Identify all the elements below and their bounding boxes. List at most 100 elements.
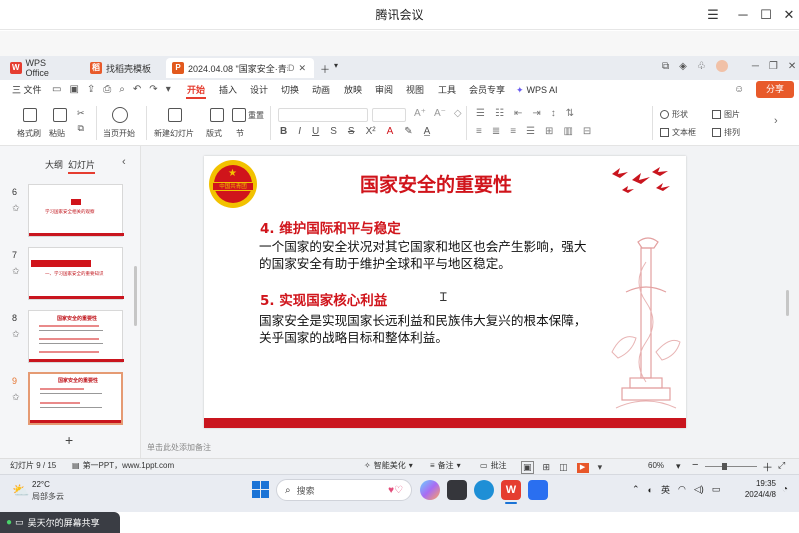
play-slideshow-icon[interactable]: ▶	[576, 462, 589, 473]
volume-icon[interactable]: ◁)	[694, 484, 704, 495]
maximize-icon[interactable]: ☐	[755, 4, 777, 26]
align-center-icon[interactable]: ≣	[492, 126, 500, 137]
user-avatar[interactable]	[715, 60, 728, 72]
picture-button[interactable]: 图片	[712, 109, 740, 120]
menu-insert[interactable]: 插入	[219, 80, 237, 100]
chevron-down-icon[interactable]: ▾	[598, 462, 603, 473]
tab-close-icon[interactable]: ✕	[299, 63, 307, 74]
screen-share-banner[interactable]: ● ▭ 吴天尔的屏幕共享	[0, 512, 120, 533]
play-icon[interactable]	[112, 107, 128, 123]
columns-icon[interactable]: ▥	[563, 126, 572, 137]
star-icon[interactable]: ✩	[12, 329, 20, 340]
print-icon[interactable]: ⎙	[103, 84, 111, 95]
section-4-line-2[interactable]: 的国家安全有助于维护全球和平与地区稳定。	[259, 253, 511, 272]
outdent-icon[interactable]: ⇤	[514, 108, 522, 119]
layout-icon[interactable]	[210, 108, 224, 122]
zoom-dropdown-icon[interactable]: ▾	[676, 461, 681, 472]
reset-label[interactable]: 重置	[248, 110, 264, 121]
slide-sorter-icon[interactable]: ⊞	[543, 462, 551, 473]
minimize-icon[interactable]: ─	[732, 4, 754, 26]
decrease-font-icon[interactable]: A⁻	[434, 108, 446, 119]
customize-icon[interactable]: ▾	[166, 84, 171, 95]
clear-format-icon[interactable]: ◇	[454, 108, 462, 119]
share-button[interactable]: 分享	[756, 81, 794, 98]
add-slide-button[interactable]: +	[65, 432, 73, 448]
increase-font-icon[interactable]: A⁺	[414, 108, 426, 119]
save-icon[interactable]: ▣	[69, 84, 78, 95]
slide-thumbnail-6[interactable]: 学习国家安全相关的观察	[28, 184, 124, 237]
wps-minimize-icon[interactable]: ─	[752, 61, 759, 72]
weather-icon[interactable]: ⛅	[12, 482, 29, 499]
section-heading-5[interactable]: 5. 实现国家核心利益	[260, 289, 387, 309]
menu-review[interactable]: 审阅	[375, 80, 393, 100]
align-text-icon[interactable]: ⊟	[583, 126, 591, 137]
copilot-icon[interactable]	[420, 480, 440, 500]
tray-app-icon[interactable]: ◐	[648, 485, 653, 495]
collapse-panel-icon[interactable]: ‹	[122, 156, 126, 168]
star-icon[interactable]: ✩	[12, 266, 20, 277]
cube-icon[interactable]: ◈	[679, 61, 687, 72]
paste-icon[interactable]	[53, 108, 67, 122]
menu-wps-ai[interactable]: ✦ WPS AI	[516, 80, 558, 100]
italic-icon[interactable]: I	[298, 126, 301, 137]
align-right-icon[interactable]: ≡	[510, 126, 516, 137]
arrange-button[interactable]: 排列	[712, 127, 740, 138]
tray-chevron-up-icon[interactable]: ⌃	[632, 484, 640, 495]
bold-icon[interactable]: B	[280, 126, 287, 137]
strikethrough-icon[interactable]: S	[348, 126, 355, 137]
zoom-in-icon[interactable]: ＋	[762, 459, 773, 475]
justify-icon[interactable]: ☰	[526, 126, 535, 137]
canvas-scrollbar[interactable]	[786, 290, 789, 316]
edge-browser-icon[interactable]	[474, 480, 494, 500]
open-icon[interactable]: ▭	[52, 84, 61, 95]
font-name-select[interactable]	[278, 108, 368, 122]
menu-tools[interactable]: 工具	[438, 80, 456, 100]
copy-icon[interactable]: ⧉	[78, 123, 84, 134]
shape-button[interactable]: 形状	[660, 109, 688, 120]
section-label[interactable]: 节	[236, 128, 244, 139]
zoom-slider-thumb[interactable]	[722, 463, 727, 470]
preview-icon[interactable]: ⌕	[119, 84, 125, 95]
line-spacing-icon[interactable]: ↕	[551, 108, 556, 119]
battery-icon[interactable]: ▭	[712, 484, 721, 495]
taskbar-search[interactable]: ⌕ 搜索 ♥♡	[276, 479, 412, 501]
menu-slideshow[interactable]: 放映	[344, 80, 362, 100]
cut-icon[interactable]: ✂	[77, 108, 85, 119]
new-slide-icon[interactable]	[168, 108, 182, 122]
export-icon[interactable]: ⇪	[87, 84, 95, 95]
menu-icon[interactable]: ☰	[702, 4, 724, 26]
format-painter-label[interactable]: 格式刷	[17, 128, 41, 139]
notes-placeholder[interactable]: 单击此处添加备注	[147, 442, 211, 453]
close-icon[interactable]: ✕	[778, 4, 799, 26]
menu-file[interactable]: 三 文件	[12, 80, 42, 100]
char-spacing-icon[interactable]: A̲	[424, 126, 431, 137]
indent-icon[interactable]: ⇥	[532, 108, 540, 119]
distribute-icon[interactable]: ⊞	[545, 126, 553, 137]
star-icon[interactable]: ✩	[12, 203, 20, 214]
clock-time[interactable]: 19:35	[742, 479, 776, 488]
superscript-icon[interactable]: X²	[366, 126, 376, 137]
tab-current-presentation[interactable]: P 2024.04.08 "国家安全·青春 D ✕	[166, 58, 314, 78]
section-heading-4[interactable]: 4. 维护国际和平与稳定	[260, 217, 401, 237]
skin-icon[interactable]: ♧	[697, 61, 706, 72]
wps-taskbar-icon[interactable]: W	[501, 480, 521, 500]
notes-button[interactable]: ≡ 备注 ▾	[430, 458, 461, 474]
align-left-icon[interactable]: ≡	[476, 126, 482, 137]
highlight-icon[interactable]: ✎	[404, 126, 412, 137]
menu-view[interactable]: 视图	[406, 80, 424, 100]
underline-icon[interactable]: U	[312, 126, 319, 137]
clock-date[interactable]: 2024/4/8	[736, 490, 776, 499]
numbered-list-icon[interactable]: ☷	[495, 108, 504, 119]
theme-indicator[interactable]: ▤ 第一PPT，www.1ppt.com	[72, 458, 174, 474]
add-tab-icon[interactable]: ＋	[320, 61, 330, 76]
ribbon-scroll-right-icon[interactable]: ›	[774, 115, 778, 127]
slide-thumbnail-7[interactable]: 一、学习国家安全的重要知识	[28, 247, 124, 300]
normal-view-icon[interactable]: ▣	[521, 461, 534, 474]
textbox-button[interactable]: 文本框	[660, 127, 696, 138]
wifi-icon[interactable]: ◠	[678, 484, 686, 495]
undo-icon[interactable]: ↶	[133, 84, 141, 95]
format-painter-icon[interactable]	[23, 108, 37, 122]
wps-close-icon[interactable]: ✕	[788, 61, 796, 72]
section-5-line-2[interactable]: 关乎国家的战略目标和整体利益。	[259, 327, 448, 346]
task-view-icon[interactable]	[447, 480, 467, 500]
